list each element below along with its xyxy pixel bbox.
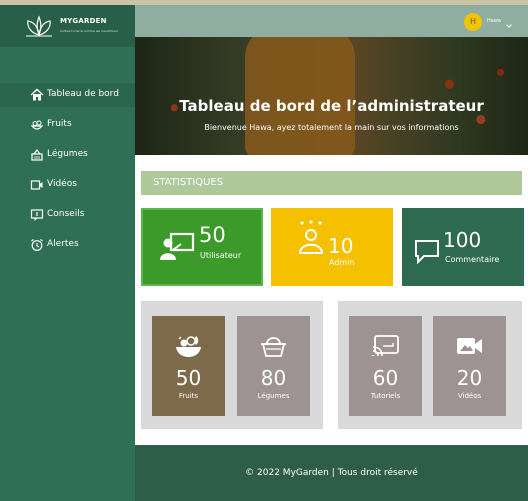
section-header: STATISTIQUES — [141, 171, 522, 195]
admin-label: Admin — [329, 258, 355, 267]
fruit-bowl-icon — [176, 336, 201, 357]
hero-banner: Tableau de bord de l’administrateur Bien… — [135, 37, 528, 155]
fruits-label: Fruits — [178, 392, 199, 400]
sidebar-item-dashboard[interactable]: Tableau de bord — [0, 83, 135, 107]
video-icon — [30, 180, 43, 190]
avatar[interactable]: H — [464, 13, 482, 31]
users-count: 50 — [199, 223, 226, 247]
leaf-logo-icon — [26, 15, 52, 37]
sidebar-item-label: Alertes — [47, 239, 79, 249]
videos-count: 20 — [456, 366, 483, 390]
comments-label: Commentaire — [445, 255, 500, 264]
admin-stat-card[interactable]: 10 Admin — [271, 208, 393, 286]
sidebar-item-label: Légumes — [47, 149, 88, 159]
video-camera-icon — [457, 338, 482, 354]
advice-icon — [30, 209, 44, 221]
user-board-icon — [160, 232, 195, 260]
comment-icon — [415, 240, 439, 264]
sidebar-item-label: Vidéos — [47, 179, 77, 189]
produce-panel: 50 Fruits 80 Légumes — [141, 301, 323, 429]
videos-tile[interactable]: 20 Vidéos — [433, 316, 506, 416]
brand-tagline: Cultive tu terre comme les maraîchers — [60, 29, 118, 33]
sidebar-item-advice[interactable]: Conseils — [0, 203, 135, 227]
comments-stat-card[interactable]: 100 Commentaire — [402, 208, 524, 286]
top-bar: H Hawa — [135, 5, 528, 37]
footer: © 2022 MyGarden | Tous droit réservé — [135, 445, 528, 501]
admin-user-icon — [298, 220, 324, 254]
main-content: STATISTIQUES 50 Utilisateur 10 Admin 100… — [135, 155, 528, 445]
basket-icon — [261, 337, 286, 357]
vegetables-tile[interactable]: 80 Légumes — [237, 316, 310, 416]
vegetables-label: Légumes — [257, 392, 290, 400]
user-name[interactable]: Hawa — [487, 18, 501, 24]
sidebar: MYGARDEN Cultive tu terre comme les mara… — [0, 5, 135, 501]
admin-count: 10 — [328, 234, 354, 258]
sidebar-item-alerts[interactable]: Alertes — [0, 233, 135, 257]
media-panel: 60 Tutoriels 20 Vidéos — [338, 301, 522, 429]
sidebar-item-label: Tableau de bord — [47, 89, 119, 99]
users-label: Utilisateur — [200, 251, 242, 260]
welcome-message: Bienvenue Hawa, ayez totalement la main … — [204, 123, 459, 132]
sidebar-item-fruits[interactable]: Fruits — [0, 113, 135, 137]
vegetables-count: 80 — [260, 366, 287, 390]
home-icon — [30, 88, 44, 101]
sidebar-item-label: Fruits — [47, 119, 72, 129]
users-stat-card[interactable]: 50 Utilisateur — [141, 208, 263, 286]
tutorials-tile[interactable]: 60 Tutoriels — [349, 316, 422, 416]
brand[interactable]: MYGARDEN Cultive tu terre comme les mara… — [0, 5, 135, 47]
alarm-icon — [31, 239, 43, 251]
cast-screen-icon — [371, 335, 399, 357]
hero-overlay — [135, 37, 528, 155]
videos-label: Vidéos — [457, 392, 482, 400]
fruits-tile[interactable]: 50 Fruits — [152, 316, 225, 416]
brand-name: MYGARDEN — [60, 17, 107, 25]
sidebar-nav: Tableau de bord Fruits Légumes Vidéos Co… — [0, 83, 135, 263]
page-title: Tableau de bord de l’administrateur — [179, 97, 484, 115]
basket-icon — [31, 149, 43, 161]
sidebar-item-videos[interactable]: Vidéos — [0, 173, 135, 197]
fruit-icon — [30, 120, 44, 130]
fruits-count: 50 — [175, 366, 202, 390]
chevron-down-icon[interactable] — [506, 22, 512, 28]
sidebar-item-vegetables[interactable]: Légumes — [0, 143, 135, 167]
tutorials-label: Tutoriels — [370, 392, 401, 400]
sidebar-item-label: Conseils — [47, 209, 85, 219]
comments-count: 100 — [443, 228, 482, 252]
tutorials-count: 60 — [372, 366, 399, 390]
